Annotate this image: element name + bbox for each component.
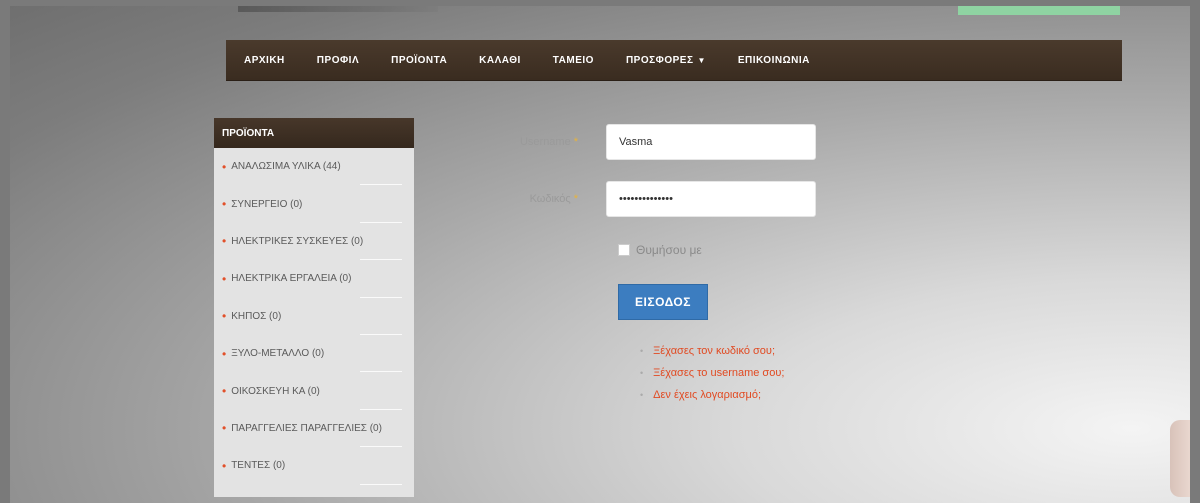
bullet-icon: • xyxy=(640,368,644,378)
nav-home[interactable]: ΑΡΧΙΚΗ xyxy=(226,55,301,66)
forgot-password-link[interactable]: • Ξέχασες τον κωδικό σου; xyxy=(640,340,784,362)
password-label-text: Κωδικός xyxy=(529,193,571,205)
category-item[interactable]: • ΠΑΡΑΓΓΕΛΙΕΣ ΠΑΡΑΓΓΕΛΙΕΣ (0) xyxy=(214,410,414,448)
nav-offers[interactable]: ΠΡΟΣΦΟΡΕΣ ▼ xyxy=(610,55,722,66)
remember-me[interactable]: Θυμήσου με xyxy=(618,243,702,257)
required-marker: * xyxy=(573,136,578,148)
username-label-text: Username xyxy=(519,136,571,148)
category-item[interactable]: • ΗΛΕΚΤΡΙΚΑ ΕΡΓΑΛΕΙΑ (0) xyxy=(214,260,414,298)
category-label: ΠΑΡΑΓΓΕΛΙΕΣ ΠΑΡΑΓΓΕΛΙΕΣ (0) xyxy=(231,422,382,434)
nav-cart[interactable]: ΚΑΛΑΘΙ xyxy=(463,55,537,66)
category-label: ΚΗΠΟΣ (0) xyxy=(231,310,282,322)
category-item[interactable]: • ΟΙΚΟΣΚΕΥΗ ΚΑ (0) xyxy=(214,372,414,411)
category-item[interactable]: • ΑΝΑΛΩΣΙΜΑ ΥΛΙΚΑ (44) xyxy=(214,148,414,186)
category-label: ΑΝΑΛΩΣΙΜΑ ΥΛΙΚΑ (44) xyxy=(231,161,341,173)
username-input[interactable] xyxy=(606,124,816,160)
category-label: ΣΥΝΕΡΓΕΙΟ (0) xyxy=(231,198,303,210)
category-item[interactable]: • ΗΛΕΚΤΡΙΚΕΣ ΣΥΣΚΕΥΕΣ (0) xyxy=(214,223,414,261)
register-text: Δεν έχεις λογαριασμό; xyxy=(653,389,762,401)
category-item[interactable]: • ΞΥΛΟ-ΜΕΤΑΛΛΟ (0) xyxy=(214,335,414,373)
bullet-icon: • xyxy=(222,271,227,286)
category-label: ΟΙΚΟΣΚΕΥΗ ΚΑ (0) xyxy=(231,385,320,397)
bullet-icon: • xyxy=(222,234,227,249)
bullet-icon: • xyxy=(222,421,227,436)
category-label: ΗΛΕΚΤΡΙΚΑ ΕΡΓΑΛΕΙΑ (0) xyxy=(231,273,352,285)
username-label: Username * xyxy=(510,136,578,148)
category-sidebar: ΠΡΟΪΟΝΤΑ • ΑΝΑΛΩΣΙΜΑ ΥΛΙΚΑ (44) • ΣΥΝΕΡΓΕΙ… xyxy=(214,118,414,497)
category-item[interactable]: • ΤΕΝΤΕΣ (0) xyxy=(214,447,414,485)
edge-decoration xyxy=(1170,420,1190,497)
username-row: Username * xyxy=(510,124,816,160)
remember-checkbox[interactable] xyxy=(618,244,630,256)
page-frame: ΑΡΧΙΚΗ ΠΡΟΦΙΛ ΠΡΟΪΟΝΤΑ ΚΑΛΑΘΙ ΤΑΜΕΙΟ ΠΡΟ… xyxy=(10,6,1190,503)
bullet-icon: • xyxy=(222,197,227,212)
category-label: ΤΕΝΤΕΣ (0) xyxy=(231,460,286,472)
bullet-icon: • xyxy=(222,159,227,174)
forgot-username-text: Ξέχασες το username σου; xyxy=(653,367,785,379)
password-row: Κωδικός * xyxy=(510,181,816,217)
category-label: ΞΥΛΟ-ΜΕΤΑΛΛΟ (0) xyxy=(231,348,325,360)
nav-products[interactable]: ΠΡΟΪΟΝΤΑ xyxy=(375,55,463,66)
bullet-icon: • xyxy=(222,346,227,361)
forgot-password-text: Ξέχασες τον κωδικό σου; xyxy=(653,345,775,357)
password-label: Κωδικός * xyxy=(510,193,578,205)
nav-contact[interactable]: ΕΠΙΚΟΙΝΩΝΙΑ xyxy=(722,55,826,66)
top-accent-bar xyxy=(958,6,1120,15)
nav-checkout[interactable]: ΤΑΜΕΙΟ xyxy=(537,55,610,66)
bullet-icon: • xyxy=(222,309,227,324)
password-input[interactable] xyxy=(606,181,816,217)
category-label: ΗΛΕΚΤΡΙΚΕΣ ΣΥΣΚΕΥΕΣ (0) xyxy=(231,235,364,247)
bullet-icon: • xyxy=(222,458,227,473)
nav-offers-label: ΠΡΟΣΦΟΡΕΣ xyxy=(625,54,694,66)
required-marker: * xyxy=(573,193,578,205)
help-links: • Ξέχασες τον κωδικό σου; • Ξέχασες το use… xyxy=(640,340,784,406)
site-logo xyxy=(238,6,438,12)
bullet-icon: • xyxy=(640,346,644,356)
login-button[interactable]: ΕΙΣΟΔΟΣ xyxy=(618,284,708,320)
forgot-username-link[interactable]: • Ξέχασες το username σου; xyxy=(640,362,784,384)
sidebar-title: ΠΡΟΪΟΝΤΑ xyxy=(214,118,414,148)
bullet-icon: • xyxy=(640,390,644,400)
chevron-down-icon: ▼ xyxy=(697,55,706,65)
remember-label: Θυμήσου με xyxy=(636,243,702,257)
nav-profile[interactable]: ΠΡΟΦΙΛ xyxy=(301,55,375,66)
bullet-icon: • xyxy=(222,384,227,399)
category-item[interactable]: • ΣΥΝΕΡΓΕΙΟ (0) xyxy=(214,185,414,224)
category-item[interactable]: • ΚΗΠΟΣ (0) xyxy=(214,298,414,336)
main-navbar: ΑΡΧΙΚΗ ΠΡΟΦΙΛ ΠΡΟΪΟΝΤΑ ΚΑΛΑΘΙ ΤΑΜΕΙΟ ΠΡΟ… xyxy=(226,40,1122,81)
register-link[interactable]: • Δεν έχεις λογαριασμό; xyxy=(640,384,784,406)
